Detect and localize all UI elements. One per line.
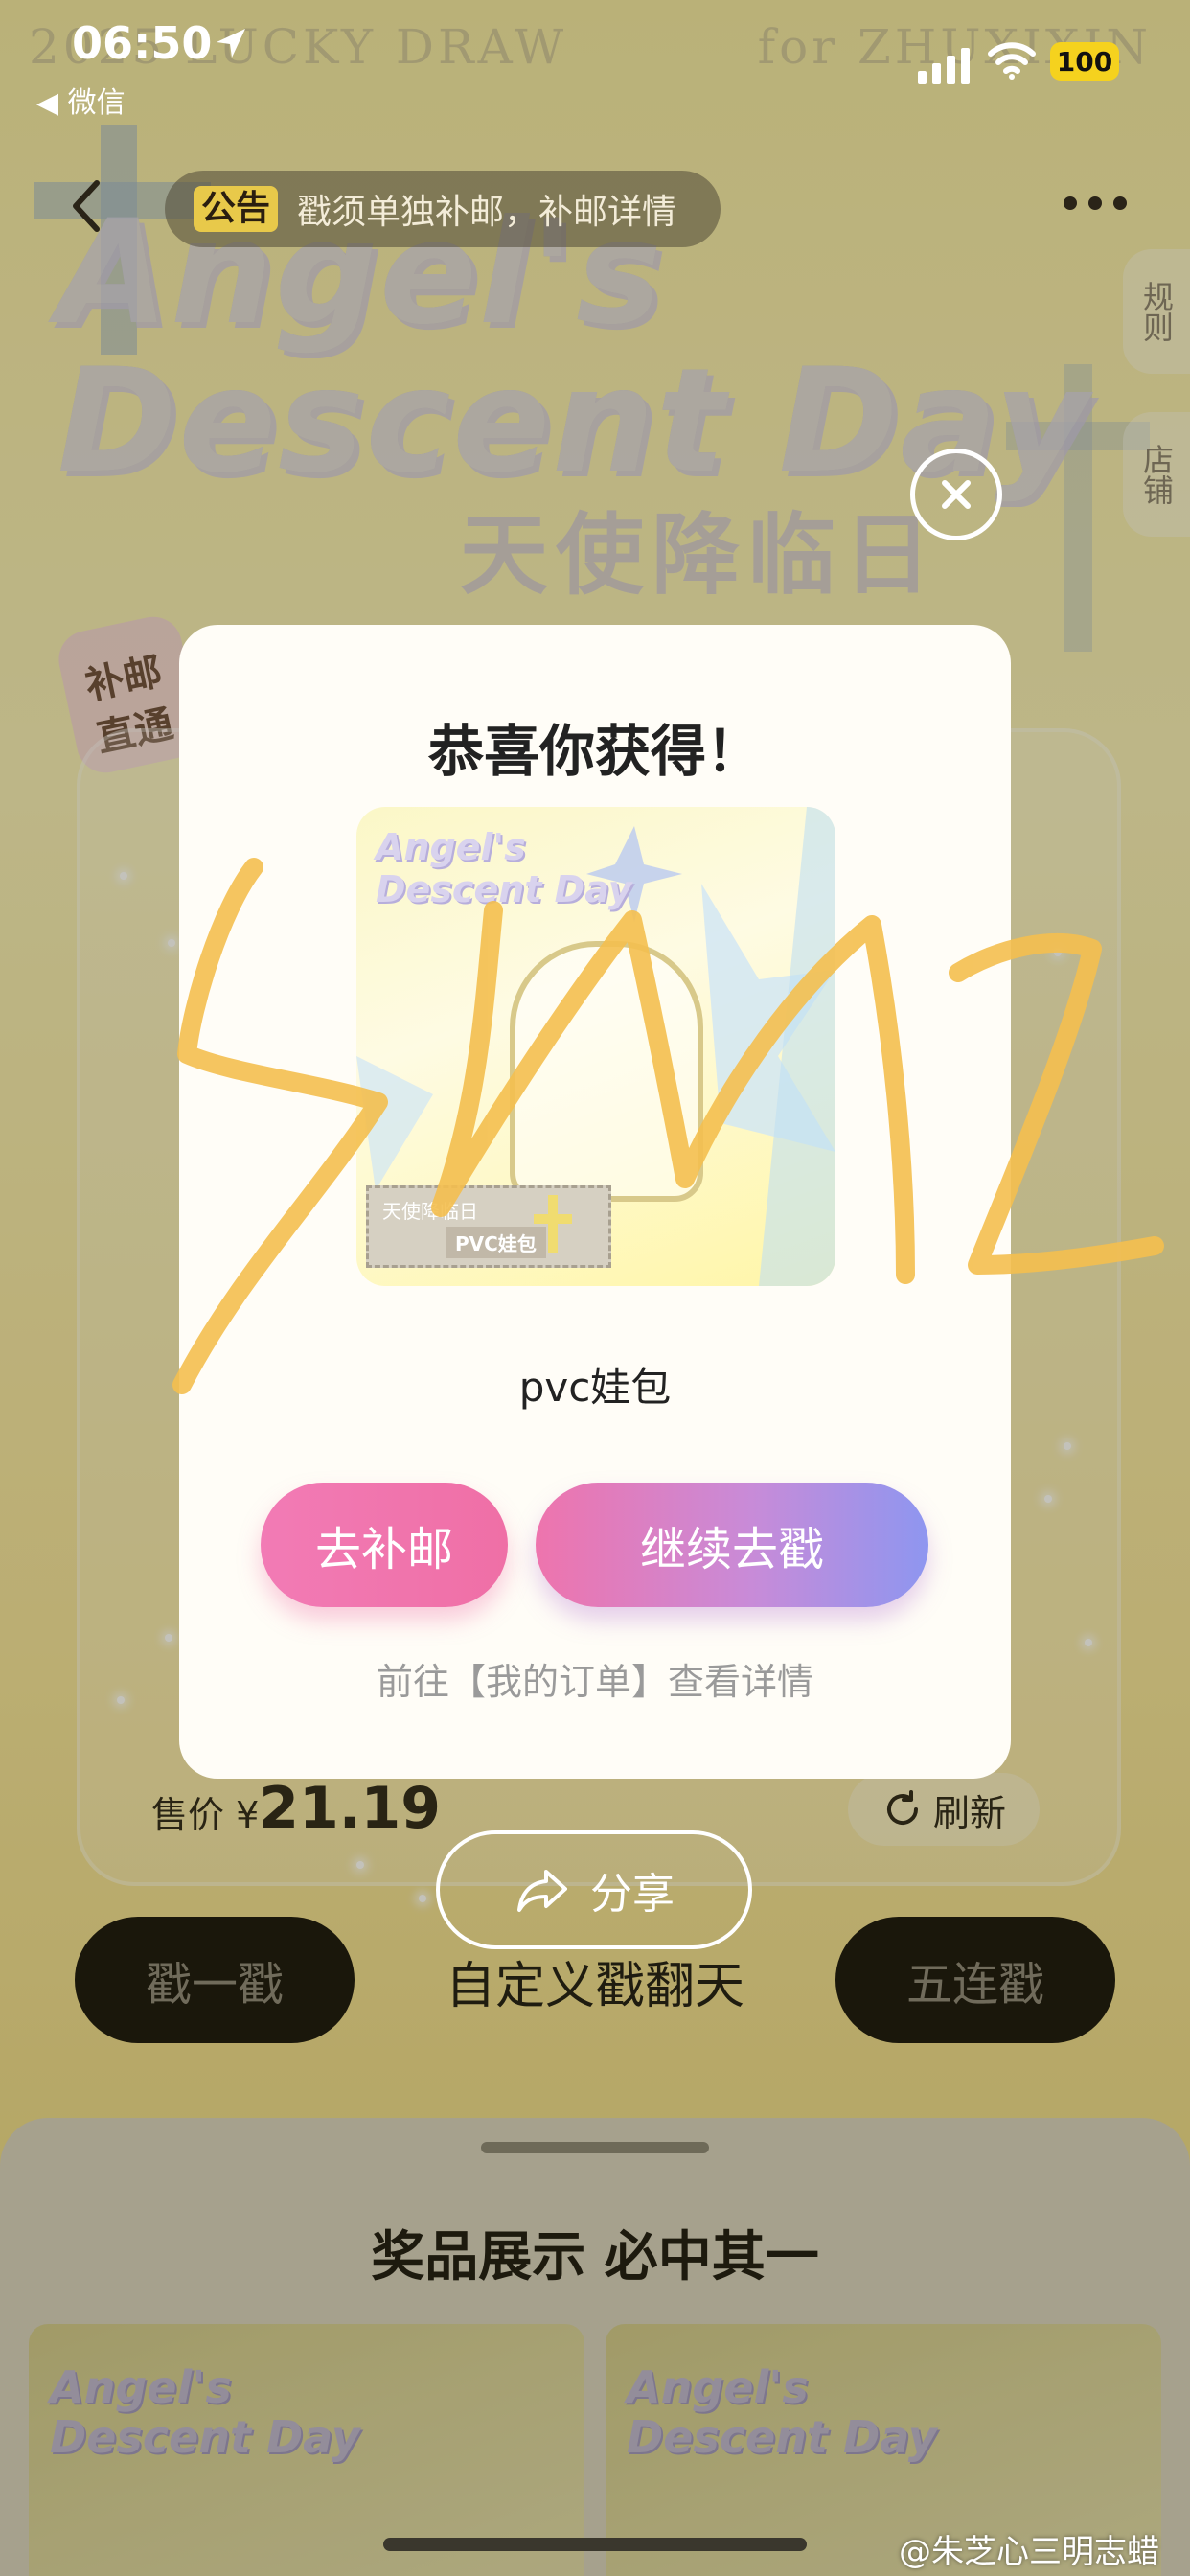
cross-icon bbox=[548, 1195, 558, 1253]
status-bar: 06:50 ◀ 微信 100 bbox=[0, 0, 1190, 125]
close-button[interactable] bbox=[910, 448, 1002, 540]
prize-logo-line2: Descent Day bbox=[376, 868, 632, 910]
prize-label-line2: PVC娃包 bbox=[446, 1227, 546, 1258]
share-button[interactable]: 分享 bbox=[436, 1830, 752, 1949]
lucky-draw-screen: 2025 LUCKY DRAW for ZHUXIXIN Angel's Des… bbox=[0, 0, 1190, 2576]
status-time: 06:50 bbox=[72, 17, 213, 69]
prize-image: Angel's Descent Day 天使降临日 PVC娃包 bbox=[356, 807, 835, 1286]
prize-name: pvc娃包 bbox=[518, 1364, 672, 1411]
back-to-wechat-link[interactable]: ◀ 微信 bbox=[36, 79, 126, 121]
notice-tag: 公告 bbox=[194, 186, 279, 232]
share-label: 分享 bbox=[590, 1870, 675, 1919]
watermark: @朱芝心三明志蜡 bbox=[899, 2533, 1159, 2571]
prize-label-card: 天使降临日 PVC娃包 bbox=[366, 1185, 611, 1268]
more-options-icon[interactable] bbox=[1064, 196, 1127, 210]
wifi-icon bbox=[988, 42, 1036, 80]
location-arrow-icon bbox=[217, 29, 245, 58]
back-chevron-icon[interactable] bbox=[62, 177, 110, 235]
share-icon bbox=[517, 1870, 567, 1912]
cross-icon bbox=[534, 1214, 572, 1224]
shipping-button[interactable]: 去补邮 bbox=[261, 1483, 508, 1607]
battery-indicator: 100 bbox=[1050, 42, 1119, 80]
cellular-signal-icon bbox=[918, 48, 970, 84]
close-icon bbox=[942, 480, 971, 509]
prize-result-modal: 恭喜你获得！ Angel's Descent Day 天使降临日 PVC娃包 p… bbox=[179, 625, 1011, 1779]
home-indicator[interactable] bbox=[383, 2538, 807, 2551]
prize-logo-line1: Angel's bbox=[376, 826, 526, 868]
continue-draw-button[interactable]: 继续去戳 bbox=[536, 1483, 928, 1607]
notice-text: 戳须单独补邮，补邮详情 bbox=[297, 193, 677, 232]
prize-label-line1: 天使降临日 bbox=[382, 1200, 478, 1223]
prize-logo: Angel's Descent Day bbox=[376, 826, 631, 910]
order-details-hint[interactable]: 前往【我的订单】查看详情 bbox=[179, 1652, 1011, 1705]
modal-title: 恭喜你获得！ bbox=[427, 719, 762, 784]
doll-bag-icon bbox=[510, 941, 703, 1202]
notice-bar[interactable]: 公告 戳须单独补邮，补邮详情 bbox=[165, 171, 721, 247]
